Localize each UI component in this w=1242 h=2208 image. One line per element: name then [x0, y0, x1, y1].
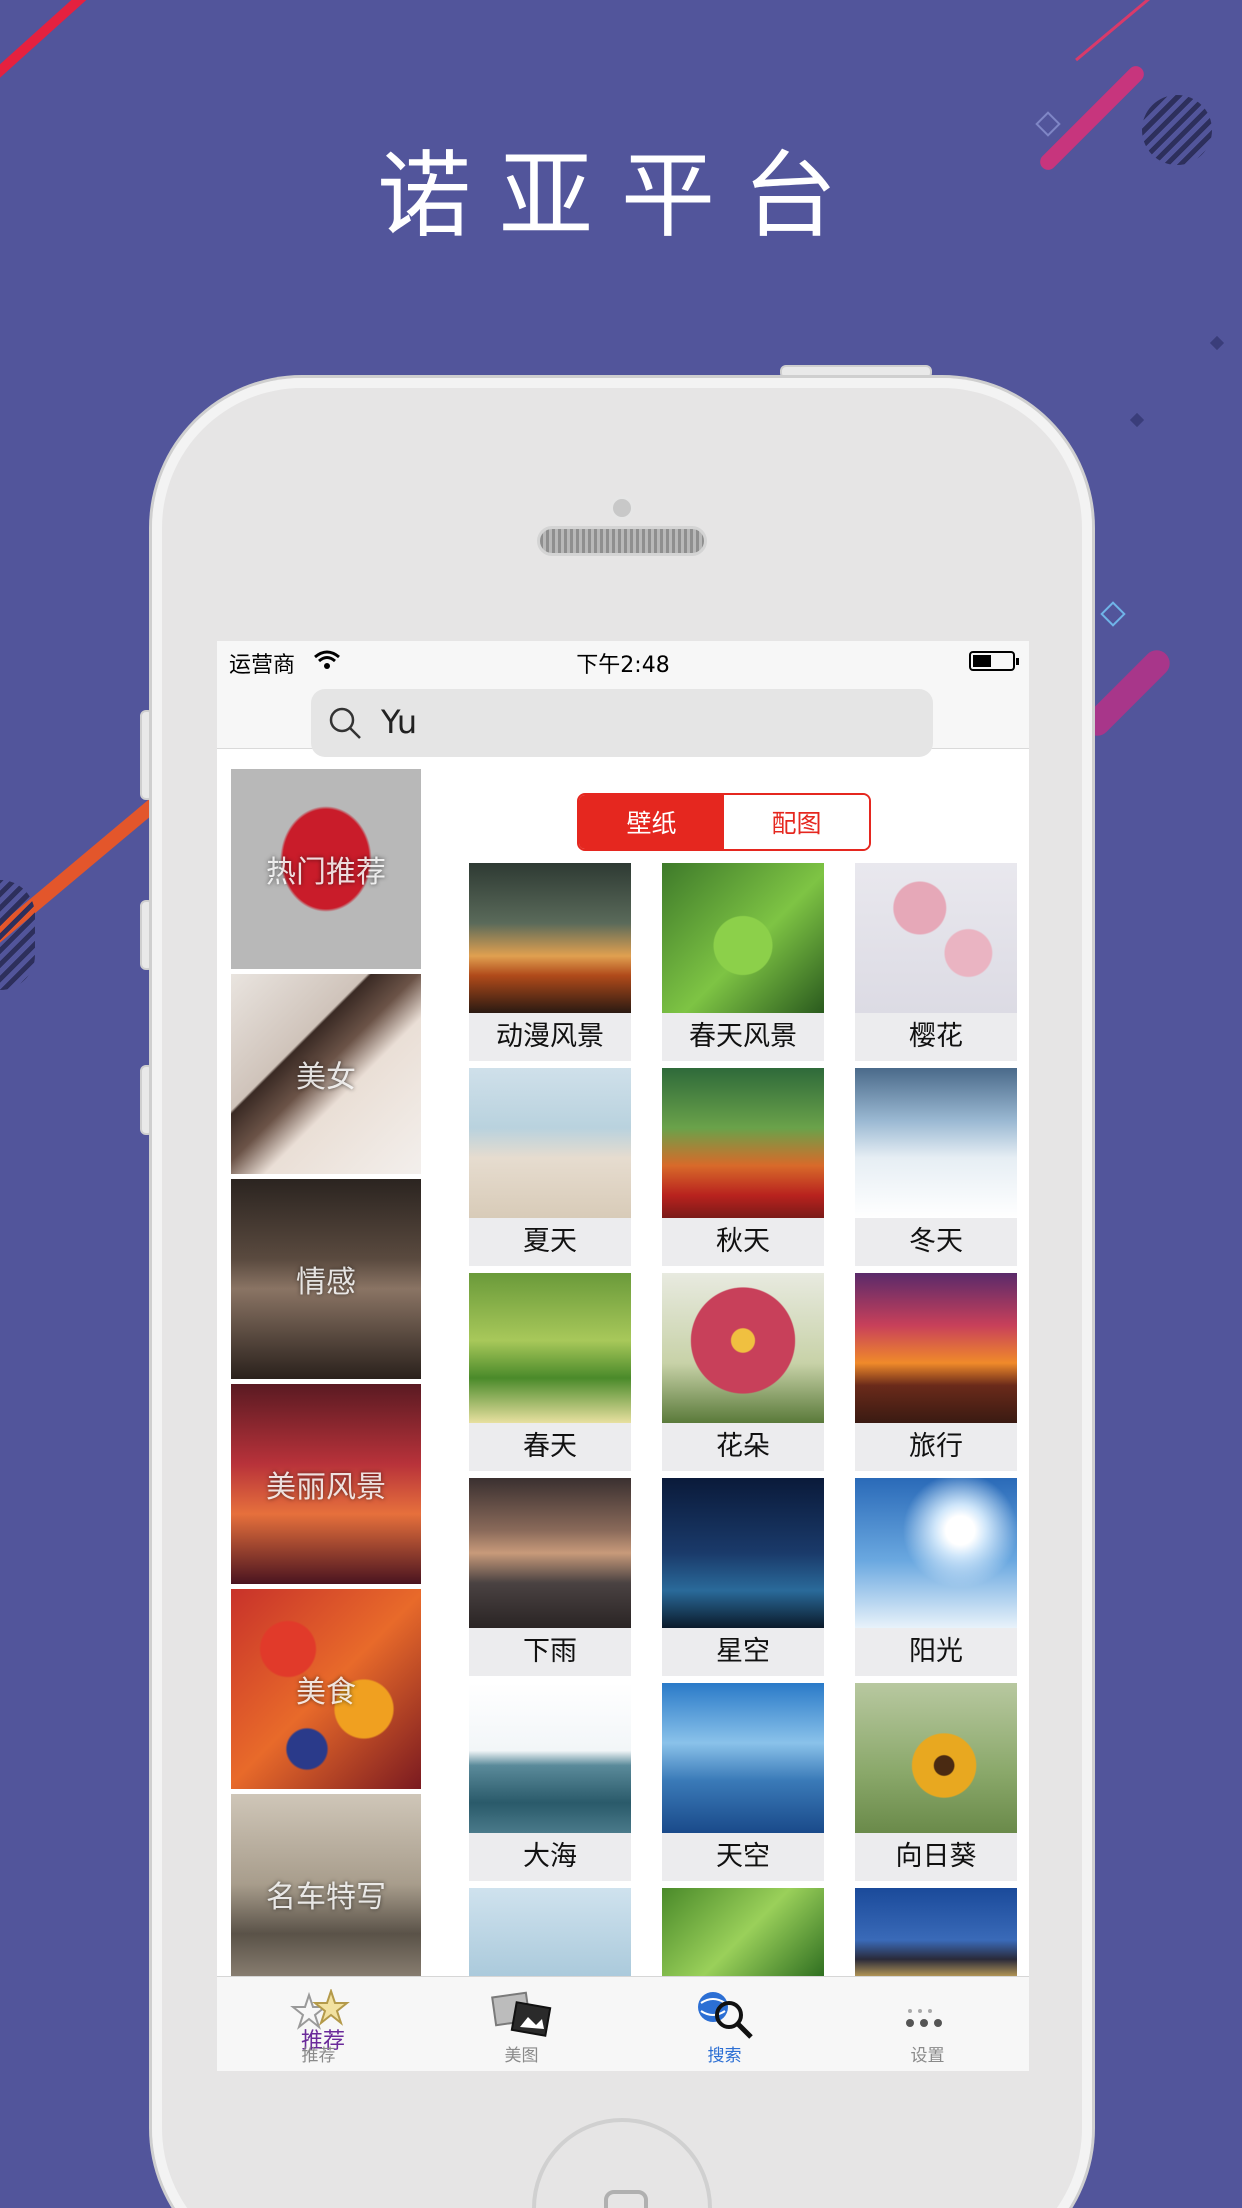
grid-item[interactable]: 天空	[662, 1683, 824, 1881]
grid-item[interactable]: 春天风景	[662, 863, 824, 1061]
grid-item[interactable]: 春天	[469, 1273, 631, 1471]
grid-item[interactable]	[855, 1888, 1017, 1983]
category-list: 热门推荐 美女 情感 美丽风景 美食 名车特写	[231, 769, 421, 1994]
grid-item[interactable]: 花朵	[662, 1273, 824, 1471]
category-tile-cars[interactable]: 名车特写	[231, 1794, 421, 1994]
grid-item[interactable]	[662, 1888, 824, 1983]
status-bar: 运营商 下午2:48	[217, 641, 1029, 681]
home-button	[532, 2118, 712, 2208]
category-label: 名车特写	[266, 1880, 386, 1915]
decorative-stripe	[0, 0, 256, 129]
power-button	[780, 365, 932, 379]
segment-images[interactable]: 配图	[724, 795, 869, 849]
grid-item[interactable]	[469, 1888, 631, 1983]
battery-icon	[969, 651, 1019, 671]
status-time: 下午2:48	[576, 653, 670, 678]
tab-settings[interactable]: 设置	[826, 1977, 1029, 2071]
tab-label: 设置	[910, 2046, 945, 2066]
grid-item[interactable]: 旅行	[855, 1273, 1017, 1471]
grid-item[interactable]: 大海	[469, 1683, 631, 1881]
tab-photos[interactable]: 美图	[420, 1977, 623, 2071]
category-label: 美女	[296, 1060, 356, 1095]
decorative-diamond	[1100, 601, 1126, 627]
wallpaper-images-segment: 壁纸 配图	[577, 793, 871, 851]
tab-search[interactable]: 搜索	[623, 1977, 826, 2071]
search-bar: Yu	[217, 681, 1029, 757]
grid-item[interactable]: 秋天	[662, 1068, 824, 1266]
grid-item[interactable]: 动漫风景	[469, 863, 631, 1061]
grid-item[interactable]: 向日葵	[855, 1683, 1017, 1881]
more-dots-icon	[906, 2009, 942, 2027]
tab-label: 搜索	[707, 2046, 742, 2066]
decorative-dot	[1129, 412, 1145, 428]
search-icon	[329, 707, 361, 739]
tab-label: 美图	[504, 2046, 539, 2066]
segment-wallpaper[interactable]: 壁纸	[579, 795, 724, 849]
earpiece-speaker	[537, 526, 707, 556]
category-label: 美丽风景	[266, 1470, 386, 1505]
grid-item[interactable]: 下雨	[469, 1478, 631, 1676]
category-tile-emotion[interactable]: 情感	[231, 1179, 421, 1379]
search-input[interactable]: Yu	[311, 689, 933, 757]
tab-recommend[interactable]: 推荐 推荐	[217, 1977, 420, 2071]
photos-icon	[491, 1991, 552, 2037]
globe-search-icon	[698, 1992, 753, 2039]
decorative-hatch-circle	[0, 880, 35, 990]
category-tile-beauty[interactable]: 美女	[231, 974, 421, 1174]
grid-item[interactable]: 阳光	[855, 1478, 1017, 1676]
category-label: 热门推荐	[266, 855, 386, 890]
decorative-stripe	[1075, 0, 1169, 62]
decorative-stripe	[1078, 644, 1176, 742]
category-tile-food[interactable]: 美食	[231, 1589, 421, 1789]
tab-bar: 推荐 推荐 美图 搜索 设置	[217, 1976, 1029, 2071]
category-tile-hot[interactable]: 热门推荐	[231, 769, 421, 969]
promo-headline: 诺亚平台	[376, 142, 865, 251]
decorative-dot	[1209, 335, 1225, 351]
category-label: 美食	[296, 1675, 356, 1710]
category-tile-scenery[interactable]: 美丽风景	[231, 1384, 421, 1584]
search-value: Yu	[381, 703, 418, 741]
grid-item[interactable]: 夏天	[469, 1068, 631, 1266]
category-label: 情感	[296, 1265, 356, 1300]
grid-item[interactable]: 樱花	[855, 863, 1017, 1061]
grid-item[interactable]: 星空	[662, 1478, 824, 1676]
grid-item[interactable]: 冬天	[855, 1068, 1017, 1266]
tab-label: 推荐	[301, 2046, 336, 2066]
front-camera	[610, 496, 634, 520]
app-screen: 运营商 下午2:48 Yu 热门推荐 美女 情感 美丽风景 美食 名车特写 壁纸…	[217, 641, 1029, 2071]
